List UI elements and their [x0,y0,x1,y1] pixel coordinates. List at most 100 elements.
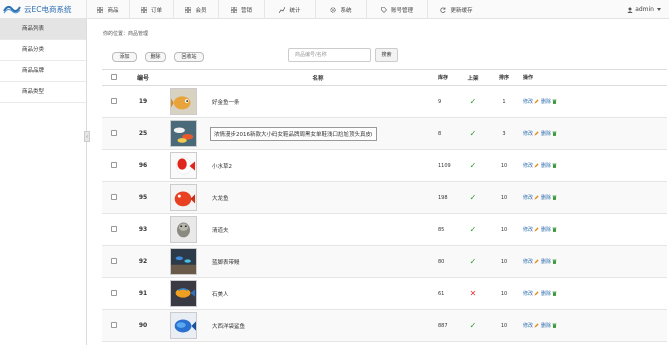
delete-link[interactable]: 删除 [541,163,551,169]
app-logo[interactable]: 云EC电商系统 [3,2,85,16]
search-input[interactable]: 商品编号/名称 [288,48,371,62]
nav-item-system[interactable]: 系统 [315,0,366,19]
edit-link[interactable]: 修改 [523,259,533,265]
table-row[interactable]: 25 浓情漫步2016新款大小码女鞋品牌周黑女单鞋浅口尬尬顶头真皮i 8 ✓ 3 修改 删除 [102,117,667,150]
check-icon[interactable]: ✓ [470,161,477,170]
product-thumbnail[interactable] [169,312,197,339]
trash-icon[interactable] [552,99,557,104]
check-icon[interactable]: ✓ [470,225,477,234]
check-icon[interactable]: ✓ [470,257,477,266]
nav-item-goods[interactable]: 商品 [86,0,129,19]
row-checkbox[interactable] [111,161,117,168]
header-id[interactable]: 编号 [126,69,160,86]
edit-icon[interactable] [534,291,539,296]
row-checkbox[interactable] [111,225,117,232]
recycle-bin-button[interactable]: 回收站 [174,52,204,62]
edit-icon[interactable] [534,163,539,168]
delete-link[interactable]: 删除 [541,131,551,137]
row-checkbox[interactable] [111,193,117,200]
add-button[interactable]: 添加 [112,52,137,62]
row-checkbox[interactable] [111,257,117,264]
delete-link[interactable]: 删除 [541,195,551,201]
trash-icon[interactable] [552,163,557,168]
product-name: 大西洋袋鲨鱼 [212,323,246,330]
edit-icon[interactable] [534,323,539,328]
product-name: 蓝脚表带鳗 [212,259,240,266]
row-onshelf-cell: ✓ [456,181,490,214]
chevron-down-icon [657,8,661,11]
edit-icon[interactable] [534,131,539,136]
delete-link[interactable]: 删除 [541,99,551,105]
sidebar-item-goods-category[interactable]: 商品分类 [0,40,86,61]
nav-item-orders[interactable]: 订单 [129,0,173,19]
table-row[interactable]: 90 大西洋袋鲨鱼 887 ✓ 10 修改 删除 [102,309,667,342]
delete-link[interactable]: 删除 [541,227,551,233]
trash-icon[interactable] [552,323,557,328]
row-checkbox[interactable] [111,97,117,104]
nav-item-refresh-cache[interactable]: 更新缓存 [427,0,485,19]
nav-item-stats[interactable]: 统计 [264,0,315,19]
edit-link[interactable]: 修改 [523,323,533,329]
table-row[interactable]: 92 蓝脚表带鳗 80 ✓ 10 修改 删除 [102,245,667,278]
delete-link[interactable]: 删除 [541,259,551,265]
row-checkbox[interactable] [111,289,117,296]
select-all-checkbox[interactable] [111,73,117,80]
edit-link[interactable]: 修改 [523,99,533,105]
edit-icon[interactable] [534,227,539,232]
search-button[interactable]: 搜索 [375,48,398,62]
check-icon[interactable]: ✓ [470,193,477,202]
edit-icon[interactable] [534,195,539,200]
check-icon[interactable]: ✓ [470,321,477,330]
table-row[interactable]: 93 清道夫 85 ✓ 10 修改 删除 [102,213,667,246]
sidebar-collapse-button[interactable]: ‹ [84,131,90,142]
row-onshelf-cell: ✓ [456,85,490,118]
product-thumbnail[interactable] [169,184,197,211]
row-stock: 198 [430,181,456,214]
trash-icon[interactable] [552,131,557,136]
delete-link[interactable]: 删除 [541,291,551,297]
table-row[interactable]: 96 小水草2 1109 ✓ 10 修改 删除 [102,149,667,182]
sidebar-item-goods-type[interactable]: 商品类型 [0,82,86,103]
nav-item-marketing[interactable]: 营销 [218,0,264,19]
table-row[interactable]: 19 好金鱼一条 9 ✓ 1 修改 删除 [102,85,667,118]
row-checkbox[interactable] [111,321,117,328]
edit-icon[interactable] [534,99,539,104]
edit-link[interactable]: 修改 [523,163,533,169]
edit-link[interactable]: 修改 [523,291,533,297]
row-ops-cell: 修改 删除 [518,245,667,278]
user-menu[interactable]: admin [627,0,661,19]
refresh-icon [440,7,447,13]
product-thumbnail[interactable] [169,88,197,115]
edit-link[interactable]: 修改 [523,195,533,201]
cross-icon[interactable]: ✕ [470,289,477,298]
row-checkbox[interactable] [111,129,117,136]
sidebar-item-goods-list[interactable]: 商品列表 [0,19,86,40]
table-row[interactable]: 95 大龙鱼 198 ✓ 10 修改 删除 [102,181,667,214]
header-stock[interactable]: 库存 [430,69,456,86]
trash-icon[interactable] [552,195,557,200]
header-sort[interactable]: 排序 [490,69,518,86]
header-name[interactable]: 名称 [206,69,430,86]
nav-item-account[interactable]: 账号管理 [366,0,427,19]
trash-icon[interactable] [552,259,557,264]
table-row[interactable]: 91 石美人 61 ✕ 10 修改 删除 [102,277,667,310]
check-icon[interactable]: ✓ [470,129,477,138]
nav-item-members[interactable]: 会员 [173,0,218,19]
check-icon[interactable]: ✓ [470,97,477,106]
product-thumbnail[interactable] [169,120,197,147]
trash-icon[interactable] [552,227,557,232]
delete-button[interactable]: 删除 [145,52,166,62]
product-thumbnail[interactable] [169,216,197,243]
product-thumbnail[interactable] [169,248,197,275]
edit-link[interactable]: 修改 [523,227,533,233]
edit-link[interactable]: 修改 [523,131,533,137]
header-onshelf[interactable]: 上架 [456,69,490,86]
trash-icon[interactable] [552,291,557,296]
product-name[interactable]: 浓情漫步2016新款大小码女鞋品牌周黑女单鞋浅口尬尬顶头真皮i [210,126,377,141]
edit-icon[interactable] [534,259,539,264]
product-thumbnail[interactable] [169,280,197,307]
product-name: 好金鱼一条 [212,99,240,106]
product-thumbnail[interactable] [169,152,197,179]
sidebar-item-goods-brand[interactable]: 商品品牌 [0,61,86,82]
delete-link[interactable]: 删除 [541,323,551,329]
